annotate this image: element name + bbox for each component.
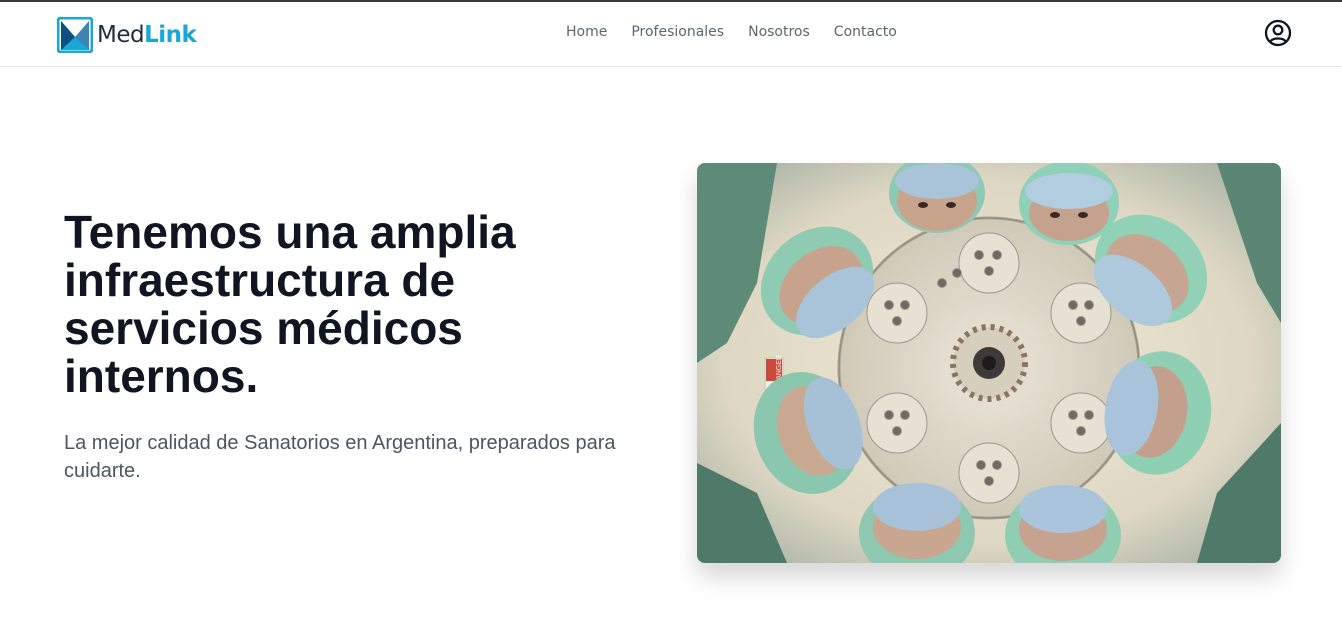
main-nav: Home Profesionales Nosotros Contacto <box>566 24 921 40</box>
hero-image: DANGER <box>697 163 1281 563</box>
surgeons-photo: DANGER <box>697 163 1281 563</box>
nav-home[interactable]: Home <box>566 24 607 40</box>
user-circle-icon <box>1264 19 1292 47</box>
hero-subtitle: La mejor calidad de Sanatorios en Argent… <box>64 432 616 482</box>
logo-text-med: Med <box>97 22 145 48</box>
logo-text: MedLink <box>97 22 197 48</box>
logo-text-link: Link <box>144 22 197 48</box>
nav-contacto[interactable]: Contacto <box>834 24 897 40</box>
navbar: MedLink Home Profesionales Nosotros Cont… <box>0 2 1342 67</box>
nav-profesionales[interactable]: Profesionales <box>631 24 724 40</box>
medlink-logo-icon <box>57 17 93 53</box>
user-account-button[interactable] <box>1264 19 1292 47</box>
nav-nosotros[interactable]: Nosotros <box>748 24 810 40</box>
hero-title: Tenemos una amplia infraestructura de se… <box>64 206 516 402</box>
logo[interactable]: MedLink <box>57 17 197 53</box>
